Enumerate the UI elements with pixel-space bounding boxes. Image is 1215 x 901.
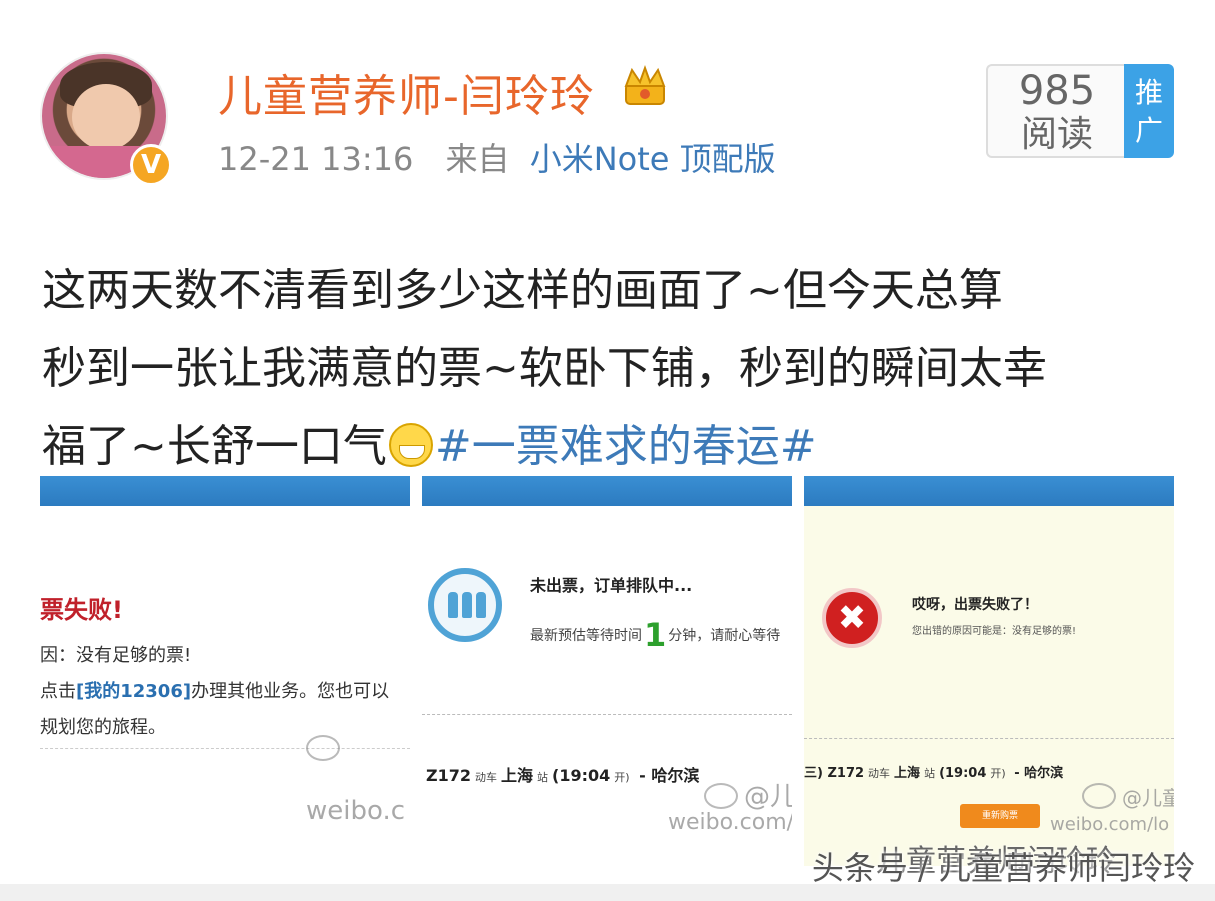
queue-title: 未出票，订单排队中... [530,576,693,595]
panel-header-bar [40,476,410,506]
read-count-box: 985 阅读 [986,64,1126,158]
station-suffix: 站 [924,767,936,780]
to-station: 哈尔滨 [651,766,700,785]
queue-wait: 最新预估等待时间1 分钟，请耐心等待 [530,616,780,654]
weibo-logo-icon [306,734,346,764]
panel-3-handle-text: @儿童 [1122,786,1174,810]
to-station: 哈尔滨 [1024,766,1064,781]
panel-3-handle: @儿童 [1082,782,1174,811]
depart-time: (19:04 [552,766,611,785]
rebook-button[interactable]: 重新购票 [960,804,1040,828]
crown-icon[interactable] [620,64,670,108]
train-info: 三) Z172 动车 上海站 (19:04 开) - 哈尔滨 [804,766,1064,781]
screenshot-panel-2[interactable]: 未出票，订单排队中... 最新预估等待时间1 分钟，请耐心等待 Z172 动车 上海站… [422,476,792,866]
fail-line-2: 点击[我的12306]办理其他业务。您也可以 [40,674,389,710]
screenshot-panel-1[interactable]: 票失败! 因：没有足够的票! 点击[我的12306]办理其他业务。您也可以 规划… [40,476,410,866]
error-title: 哎呀，出票失败了！ [912,597,1038,613]
fail-title: 票失败! [40,596,123,624]
error-icon: ✖ [822,588,882,648]
timestamp[interactable]: 12-21 13:16 [218,140,413,178]
divider [804,738,1174,739]
post-line-1: 这两天数不清看到多少这样的画面了~但今天总算 [42,265,1003,316]
from-station: 上海 [894,766,921,781]
weibo-logo-icon [704,783,738,809]
divider [40,748,410,749]
divider [422,714,792,715]
post-line-3-text: 福了~长舒一口气 [42,421,387,472]
footer-watermark: 头条号 / 儿童营养师闫玲玲 [811,849,1195,887]
train-prefix: 三) [804,766,823,781]
grin-emoji-icon [388,423,433,467]
post-line-3: 福了~长舒一口气 #一票难求的春运# [42,408,1182,486]
panel-header-bar [422,476,792,506]
depart-suffix: 开) [614,771,630,784]
source-prefix: 来自 [445,140,510,178]
station-suffix: 站 [537,771,549,784]
weibo-logo-icon [1082,783,1116,809]
fail-line-2-prefix: 点击 [40,681,76,702]
verified-badge-icon: V [130,144,172,186]
depart-suffix: 开) [990,767,1006,780]
read-count: 985 [1018,68,1096,114]
train-number: Z172 [426,766,471,785]
train-type: 动车 [868,767,891,780]
panel-header-bar [804,476,1174,506]
train-info: Z172 动车 上海站 (19:04 开) - 哈尔滨 [426,766,700,785]
panel-2-handle: @儿 [704,776,792,813]
fail-line-2-suffix: 办理其他业务。您也可以 [191,681,390,702]
error-reason: 您出错的原因可能是：没有足够的票! [912,626,1077,637]
post-meta: 12-21 13:16 来自 小米Note 顶配版 [218,134,776,180]
source-device-link[interactable]: 小米Note 顶配版 [530,140,776,178]
queue-icon [428,568,502,642]
post-line-2: 秒到一张让我满意的票~软卧下铺，秒到的瞬间太幸 [42,343,1047,394]
fail-reason: 因：没有足够的票! [40,645,192,666]
panel-3-watermark: weibo.com/lo [1050,814,1170,835]
panel-2-handle-text: @儿 [744,782,792,812]
post-text: 这两天数不清看到多少这样的画面了~但今天总算 秒到一张让我满意的票~软卧下铺，秒… [42,252,1182,486]
from-station: 上海 [501,766,534,785]
wait-minutes: 1 [644,616,667,654]
panel-1-watermark: weibo.c [306,796,405,826]
depart-time: (19:04 [939,766,987,781]
promote-button[interactable]: 推广 [1124,64,1174,158]
username[interactable]: 儿童营养师-闫玲玲 [218,60,595,124]
train-type: 动车 [475,771,497,784]
train-number: Z172 [827,766,865,781]
hashtag-link[interactable]: #一票难求的春运# [435,421,817,472]
avatar-face [72,84,140,150]
my-12306-link[interactable]: [我的12306] [76,681,191,702]
fail-message: 因：没有足够的票! 点击[我的12306]办理其他业务。您也可以 规划您的旅程。 [40,638,389,746]
panel-2-watermark: weibo.com/l [668,810,792,835]
queue-wait-prefix: 最新预估等待时间 [530,628,642,644]
queue-wait-suffix: 分钟，请耐心等待 [668,628,781,644]
read-label: 阅读 [1020,114,1093,155]
bottom-strip [0,884,1215,901]
screenshot-panel-3[interactable]: ✖ 哎呀，出票失败了！ 您出错的原因可能是：没有足够的票! 三) Z172 动车上… [804,476,1174,866]
